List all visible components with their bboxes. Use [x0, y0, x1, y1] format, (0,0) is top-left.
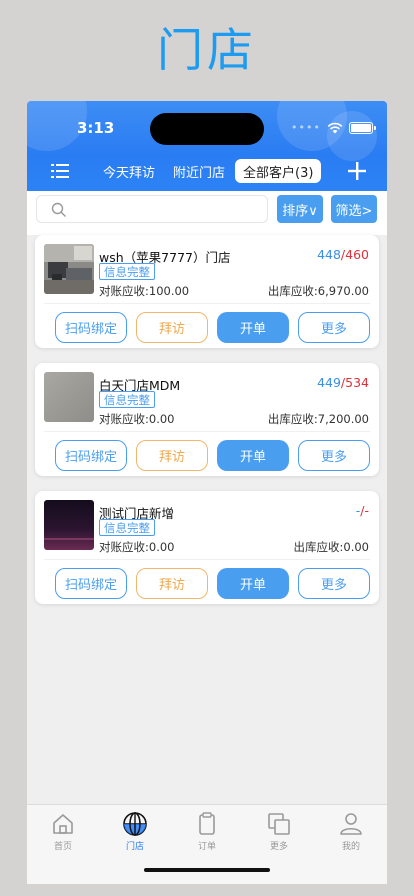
outbound-receivable: 出库应收:6,970.00 [267, 284, 369, 298]
add-icon[interactable] [347, 161, 367, 181]
visit-button[interactable]: 拜访 [136, 440, 208, 471]
more-button[interactable]: 更多 [298, 568, 370, 599]
header-bubble [327, 111, 377, 161]
store-thumbnail [44, 244, 94, 294]
recon-receivable: 对账应收:0.00 [99, 540, 175, 554]
scan-bind-button[interactable]: 扫码绑定 [55, 312, 127, 343]
nav-label: 订单 [197, 842, 216, 852]
scan-bind-button[interactable]: 扫码绑定 [55, 440, 127, 471]
count-a: 449 [317, 375, 341, 390]
recon-receivable: 对账应收:100.00 [99, 284, 190, 298]
info-complete-badge: 信息完整 [99, 263, 155, 280]
count-b: 460 [345, 247, 369, 262]
filter-button[interactable]: 筛选> [331, 195, 377, 223]
dark-purple-photo [44, 500, 94, 550]
tab-all-customers[interactable]: 全部客户(3) [235, 159, 322, 183]
tab-nearby-stores[interactable]: 附近门店 [165, 159, 233, 183]
phone-screen: 3:13 •••• 今天拜访 附近门店 全部客户(3) 排序∨ 筛选> wsh（… [27, 101, 387, 884]
nav-more[interactable]: 更多 [243, 811, 315, 855]
nav-label: 门店 [125, 842, 144, 852]
dynamic-island [150, 113, 264, 145]
outbound-receivable: 出库应收:7,200.00 [267, 412, 369, 426]
count-a: 448 [317, 247, 341, 262]
info-complete-badge: 信息完整 [99, 519, 155, 536]
more-button[interactable]: 更多 [298, 440, 370, 471]
create-order-button[interactable]: 开单 [217, 312, 289, 343]
card-divider [44, 303, 370, 304]
store-card[interactable]: wsh（苹果7777）门店 448/460 信息完整 对账应收:100.00 出… [35, 235, 379, 348]
create-order-button[interactable]: 开单 [217, 440, 289, 471]
recon-receivable: 对账应收:0.00 [99, 412, 175, 426]
visit-button[interactable]: 拜访 [136, 312, 208, 343]
count-b: - [364, 503, 369, 518]
stack-icon [268, 813, 290, 835]
clipboard-icon [199, 812, 215, 835]
info-complete-badge: 信息完整 [99, 391, 155, 408]
search-box [36, 195, 268, 223]
gray-texture-photo [44, 372, 94, 422]
store-thumbnail [44, 372, 94, 422]
person-icon [340, 813, 362, 835]
create-order-button[interactable]: 开单 [217, 568, 289, 599]
scan-bind-button[interactable]: 扫码绑定 [55, 568, 127, 599]
tab-bar: 今天拜访 附近门店 全部客户(3) [95, 159, 322, 183]
store-card[interactable]: 白天门店MDM 449/534 信息完整 对账应收:0.00 出库应收:7,20… [35, 363, 379, 476]
nav-orders[interactable]: 订单 [171, 811, 243, 855]
visit-counts: 448/460 [317, 247, 369, 262]
visit-counts: -/- [355, 503, 369, 518]
app-header: 3:13 •••• 今天拜访 附近门店 全部客户(3) [27, 101, 387, 191]
nav-label: 更多 [269, 842, 288, 852]
store-thumbnail [44, 500, 94, 550]
home-icon [53, 814, 73, 834]
globe-icon [123, 812, 147, 836]
nav-home[interactable]: 首页 [27, 811, 99, 855]
search-row: 排序∨ 筛选> [27, 191, 387, 235]
card-divider [44, 559, 370, 560]
outbound-receivable: 出库应收:0.00 [293, 540, 369, 554]
count-b: 534 [345, 375, 369, 390]
menu-list-icon[interactable] [51, 163, 69, 179]
search-icon [51, 202, 66, 217]
office-photo [44, 244, 94, 294]
card-divider [44, 431, 370, 432]
wifi-icon [327, 122, 343, 133]
battery-icon [349, 121, 376, 134]
page-title: 门店 [157, 23, 257, 77]
sort-button[interactable]: 排序∨ [277, 195, 323, 223]
status-time: 3:13 [77, 119, 115, 137]
more-button[interactable]: 更多 [298, 312, 370, 343]
visit-button[interactable]: 拜访 [136, 568, 208, 599]
home-indicator [144, 868, 270, 872]
nav-label: 我的 [341, 842, 360, 852]
visit-counts: 449/534 [317, 375, 369, 390]
status-icons: •••• [291, 121, 376, 134]
bottom-nav: 首页 门店 订单 更多 我的 [27, 804, 387, 884]
tab-today-visit[interactable]: 今天拜访 [95, 159, 163, 183]
nav-stores[interactable]: 门店 [99, 811, 171, 855]
nav-label: 首页 [53, 842, 72, 852]
signal-icon: •••• [291, 121, 321, 134]
nav-mine[interactable]: 我的 [315, 811, 387, 855]
search-input[interactable] [75, 200, 255, 220]
store-card[interactable]: 测试门店新增 -/- 信息完整 对账应收:0.00 出库应收:0.00 扫码绑定… [35, 491, 379, 604]
